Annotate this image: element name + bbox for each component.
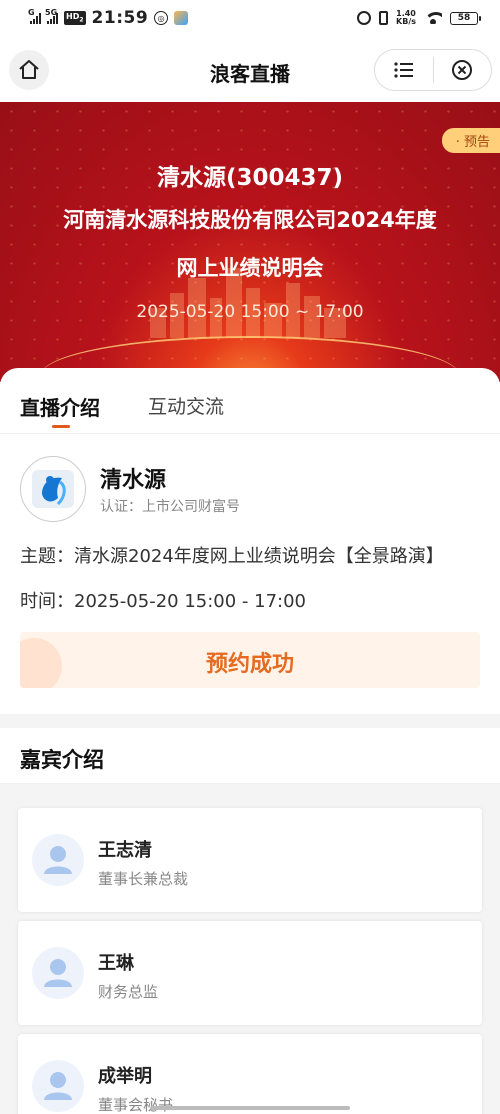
alarm-icon — [357, 11, 372, 25]
live-banner: · 预告 清水源(300437) 河南清水源科技股份有限公司2024年度 网上业… — [0, 102, 500, 382]
signal-icon: G — [28, 8, 41, 24]
reserve-label: 预约成功 — [205, 652, 294, 677]
guest-card[interactable]: 成举明 董事会秘书 — [18, 1034, 482, 1114]
notification-circle-icon: ◎ — [154, 11, 169, 25]
mini-program-capsule — [374, 49, 492, 91]
signal-5g-icon: 5G — [45, 8, 58, 24]
net-speed: 1.40 KB/s — [396, 10, 416, 26]
menu-button[interactable] — [375, 50, 433, 90]
status-left: G 5G HD2 21:59 ◎ — [28, 8, 189, 28]
gesture-home-bar[interactable] — [150, 1106, 350, 1110]
net-speed-unit: KB/s — [396, 17, 416, 26]
vibrate-icon — [379, 11, 389, 25]
signal-label: G — [28, 8, 35, 17]
avatar — [32, 1060, 84, 1112]
company-logo-icon — [32, 470, 74, 508]
host-name: 清水源 — [100, 468, 167, 493]
host-info: 清水源 认证：上市公司财富号 — [20, 456, 480, 522]
topic-text: 主题：清水源2024年度网上业绩说明会【全景路演】 — [20, 546, 444, 567]
guest-name: 王志清 — [98, 840, 152, 861]
company-logo[interactable] — [20, 456, 86, 522]
guest-role: 董事长兼总裁 — [98, 870, 189, 888]
signal-5g-label: 5G — [45, 8, 58, 17]
intro-panel: 直播介绍 互动交流 清水源 认证：上市公司财富号 主题：清水源2024年度网上业… — [0, 368, 500, 714]
close-circle-icon — [452, 60, 473, 80]
preview-badge: · 预告 — [441, 128, 500, 153]
hd-sub: 2 — [79, 16, 84, 24]
status-bar: G 5G HD2 21:59 ◎ 1.40 KB/s 58 — [0, 0, 500, 40]
guest-name: 王琳 — [98, 953, 134, 974]
guest-card[interactable]: 王琳 财务总监 — [18, 921, 482, 1025]
host-certification: 认证：上市公司财富号 — [100, 499, 240, 515]
hd-badge: HD2 — [64, 11, 86, 25]
person-icon — [44, 1072, 72, 1100]
avatar — [32, 947, 84, 999]
hd-label: HD — [66, 12, 80, 22]
tab-live-intro[interactable]: 直播介绍 — [20, 392, 100, 421]
nav-bar: 浪客直播 — [0, 40, 500, 102]
guests-header: 嘉宾介绍 — [0, 728, 500, 784]
battery-level: 58 — [457, 13, 471, 23]
guest-role: 董事会秘书 — [98, 1096, 174, 1114]
wifi-icon — [424, 12, 442, 24]
guest-role: 财务总监 — [98, 983, 159, 1001]
tab-interaction[interactable]: 互动交流 — [148, 392, 224, 419]
battery-icon: 58 — [450, 11, 481, 25]
status-right: 1.40 KB/s 58 — [357, 10, 481, 26]
close-button[interactable] — [434, 50, 492, 90]
reserve-success-button[interactable]: 预约成功 — [20, 632, 480, 688]
clock-time: 21:59 — [91, 8, 149, 28]
guests-title: 嘉宾介绍 — [20, 748, 104, 772]
active-tab-indicator — [52, 425, 70, 428]
tab-bar: 直播介绍 互动交流 — [0, 368, 500, 434]
person-icon — [44, 846, 72, 874]
banner-company: 河南清水源科技股份有限公司2024年度 — [63, 208, 437, 232]
menu-icon — [394, 62, 413, 78]
time-text: 时间：2025-05-20 15:00 - 17:00 — [20, 591, 307, 612]
guest-name: 成举明 — [98, 1066, 152, 1087]
avatar — [32, 834, 84, 886]
banner-datetime: 2025-05-20 15:00 ~ 17:00 — [136, 302, 364, 322]
banner-event: 网上业绩说明会 — [176, 256, 324, 280]
guest-card[interactable]: 王志清 董事长兼总裁 — [18, 808, 482, 912]
app-notification-icon — [174, 11, 189, 25]
banner-stock: 清水源(300437) — [156, 165, 344, 191]
person-icon — [44, 959, 72, 987]
